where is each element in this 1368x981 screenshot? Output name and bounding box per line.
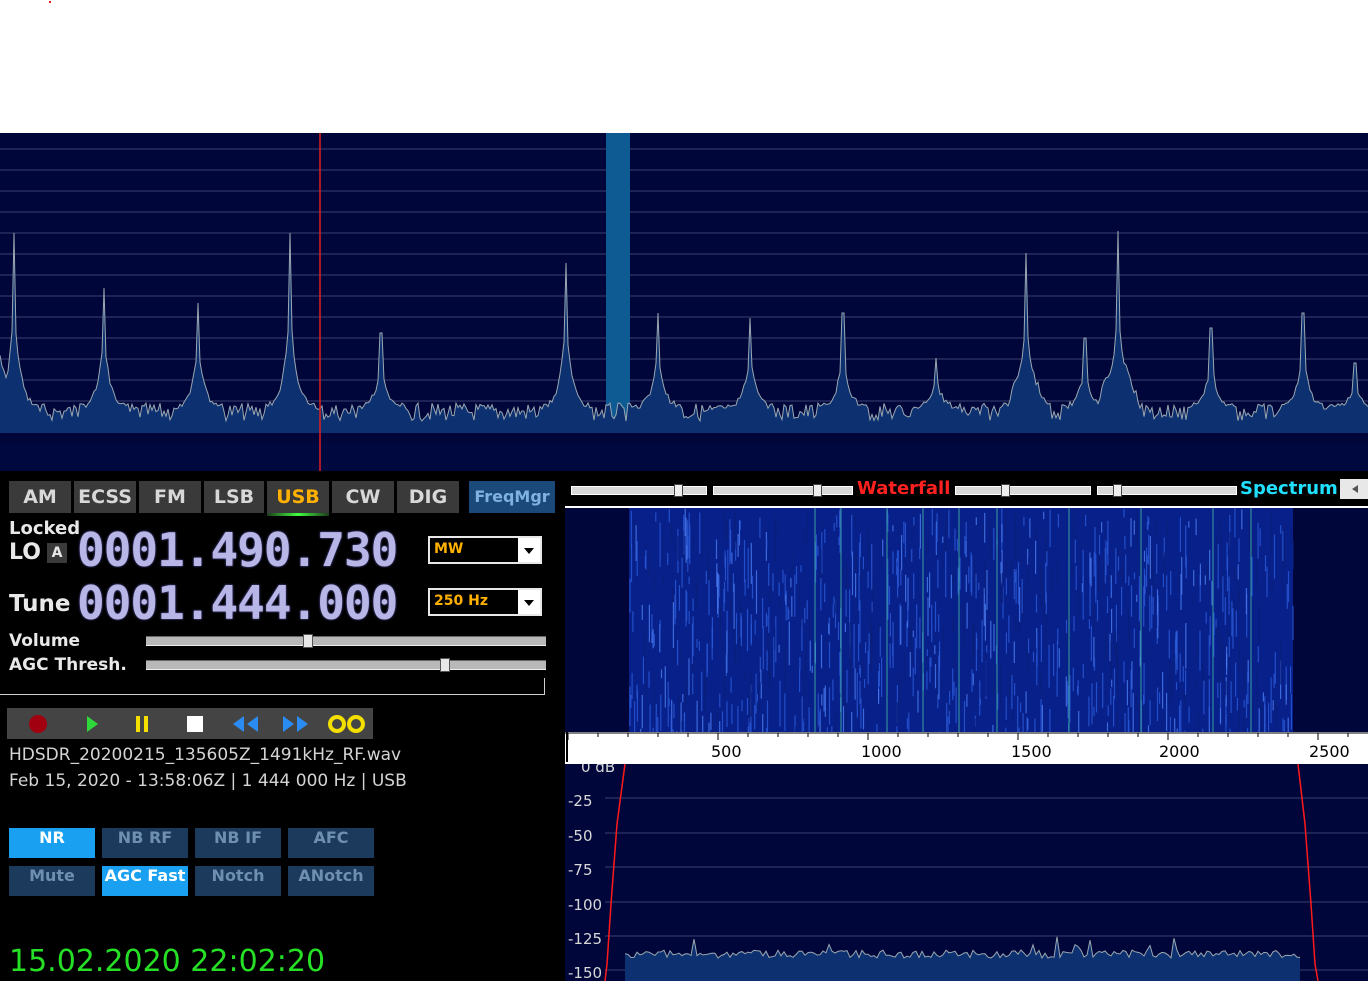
spectrum-avg-slider[interactable] bbox=[955, 484, 1091, 497]
db-label: -150 bbox=[568, 964, 603, 981]
slider-thumb[interactable] bbox=[1113, 484, 1122, 497]
rewind-icon bbox=[233, 715, 258, 732]
axis-label: 2500 bbox=[1309, 742, 1350, 761]
dsp-nr-button[interactable]: NR bbox=[9, 828, 95, 858]
band-select[interactable]: MW bbox=[428, 536, 542, 564]
lo-frequency-display[interactable]: 0001.490.730 bbox=[77, 523, 398, 577]
stop-icon bbox=[187, 715, 203, 732]
audio-waterfall[interactable] bbox=[565, 508, 1368, 732]
stop-button[interactable] bbox=[182, 708, 208, 739]
rf-spectrum-plot[interactable] bbox=[0, 133, 1368, 471]
active-mode-indicator bbox=[267, 513, 329, 516]
divider bbox=[544, 678, 545, 695]
lo-lock-badge[interactable]: A bbox=[47, 543, 67, 563]
filter-edge-right[interactable] bbox=[1297, 764, 1319, 981]
volume-slider[interactable] bbox=[146, 634, 546, 648]
mode-ecss-button[interactable]: ECSS bbox=[74, 481, 136, 513]
audio-waterfall-plot[interactable] bbox=[565, 508, 1368, 732]
slider-thumb[interactable] bbox=[813, 484, 822, 497]
record-button[interactable] bbox=[25, 708, 51, 739]
recording-info: Feb 15, 2020 - 13:58:06Z | 1 444 000 Hz … bbox=[9, 771, 407, 791]
db-label: -100 bbox=[568, 896, 603, 914]
top-blank-area bbox=[0, 0, 1368, 133]
tuned-band-highlight bbox=[606, 133, 630, 433]
dsp-nb-if-button[interactable]: NB IF bbox=[195, 828, 281, 858]
rewind-button[interactable] bbox=[230, 708, 262, 739]
agc-thresh-label: AGC Thresh. bbox=[9, 655, 127, 675]
waterfall-speed-slider[interactable] bbox=[571, 484, 707, 497]
playback-toolbar bbox=[7, 708, 373, 739]
audio-spectrum-plot[interactable] bbox=[565, 764, 1368, 981]
volume-label: Volume bbox=[9, 631, 81, 651]
audio-spectrum[interactable]: 0 dB -25 -50 -75 -100 -125 -150 bbox=[565, 764, 1368, 981]
db-label: -50 bbox=[568, 827, 593, 845]
waterfall-label: Waterfall bbox=[857, 478, 951, 499]
db-label: 0 dB bbox=[581, 764, 616, 776]
agc-thresh-slider-thumb[interactable] bbox=[440, 658, 450, 672]
chevron-down-icon[interactable] bbox=[518, 538, 540, 562]
bandwidth-select[interactable]: 250 Hz bbox=[428, 588, 542, 616]
loop-icon bbox=[328, 714, 365, 733]
fast-forward-icon bbox=[283, 715, 308, 732]
db-label: -125 bbox=[568, 930, 603, 948]
freqmgr-button[interactable]: FreqMgr bbox=[469, 481, 555, 513]
tune-frequency-display[interactable]: 0001.444.000 bbox=[77, 576, 398, 630]
axis-label: 2000 bbox=[1159, 742, 1200, 761]
pause-button[interactable] bbox=[129, 708, 155, 739]
rf-spectrum-display[interactable] bbox=[0, 133, 1368, 471]
audio-frequency-axis: 500 1000 1500 2000 2500 bbox=[565, 732, 1368, 764]
band-select-value: MW bbox=[434, 541, 464, 557]
divider bbox=[0, 694, 545, 695]
axis-label: 500 bbox=[711, 742, 742, 761]
spectrum-contrast-slider[interactable] bbox=[1097, 484, 1237, 497]
record-icon bbox=[29, 714, 47, 733]
lo-lock-status: Locked bbox=[9, 518, 81, 539]
axis-label: 1000 bbox=[861, 742, 902, 761]
mode-dig-button[interactable]: DIG bbox=[397, 481, 459, 513]
slider-thumb[interactable] bbox=[1001, 484, 1010, 497]
mode-fm-button[interactable]: FM bbox=[139, 481, 201, 513]
mode-usb-button[interactable]: USB bbox=[267, 481, 329, 516]
marker-dot bbox=[49, 1, 51, 3]
fast-forward-button[interactable] bbox=[280, 708, 312, 739]
dsp-mute-button[interactable]: Mute bbox=[9, 866, 95, 896]
clock-display: 15.02.2020 22:02:20 bbox=[9, 944, 326, 979]
bandwidth-select-value: 250 Hz bbox=[434, 593, 488, 609]
slider-thumb[interactable] bbox=[674, 484, 683, 497]
mode-lsb-button[interactable]: LSB bbox=[204, 481, 264, 513]
loop-button[interactable] bbox=[325, 708, 369, 739]
dsp-agc-fast-button[interactable]: AGC Fast bbox=[102, 866, 188, 896]
mode-am-button[interactable]: AM bbox=[9, 481, 71, 513]
dsp-nb-rf-button[interactable]: NB RF bbox=[102, 828, 188, 858]
agc-thresh-slider[interactable] bbox=[146, 658, 546, 672]
lo-label: LO bbox=[9, 540, 41, 565]
waterfall-contrast-slider[interactable] bbox=[713, 484, 853, 497]
mode-cw-button[interactable]: CW bbox=[332, 481, 394, 513]
panel-scroll-button[interactable] bbox=[1340, 479, 1368, 499]
dsp-afc-button[interactable]: AFC bbox=[288, 828, 374, 858]
pause-icon bbox=[136, 715, 148, 732]
db-label: -25 bbox=[568, 792, 593, 810]
tune-label: Tune bbox=[9, 591, 71, 617]
spectrum-label: Spectrum bbox=[1240, 478, 1338, 499]
play-button[interactable] bbox=[79, 708, 105, 739]
axis-ticks bbox=[565, 732, 1368, 762]
axis-label: 1500 bbox=[1011, 742, 1052, 761]
recording-filename: HDSDR_20200215_135605Z_1491kHz_RF.wav bbox=[9, 745, 402, 765]
chevron-left-icon bbox=[1352, 485, 1358, 493]
volume-slider-thumb[interactable] bbox=[302, 634, 313, 648]
play-icon bbox=[87, 715, 98, 732]
db-label: -75 bbox=[568, 861, 593, 879]
filter-edge-left[interactable] bbox=[604, 764, 626, 981]
dsp-anotch-button[interactable]: ANotch bbox=[288, 866, 374, 896]
chevron-down-icon[interactable] bbox=[518, 590, 540, 614]
dsp-notch-button[interactable]: Notch bbox=[195, 866, 281, 896]
